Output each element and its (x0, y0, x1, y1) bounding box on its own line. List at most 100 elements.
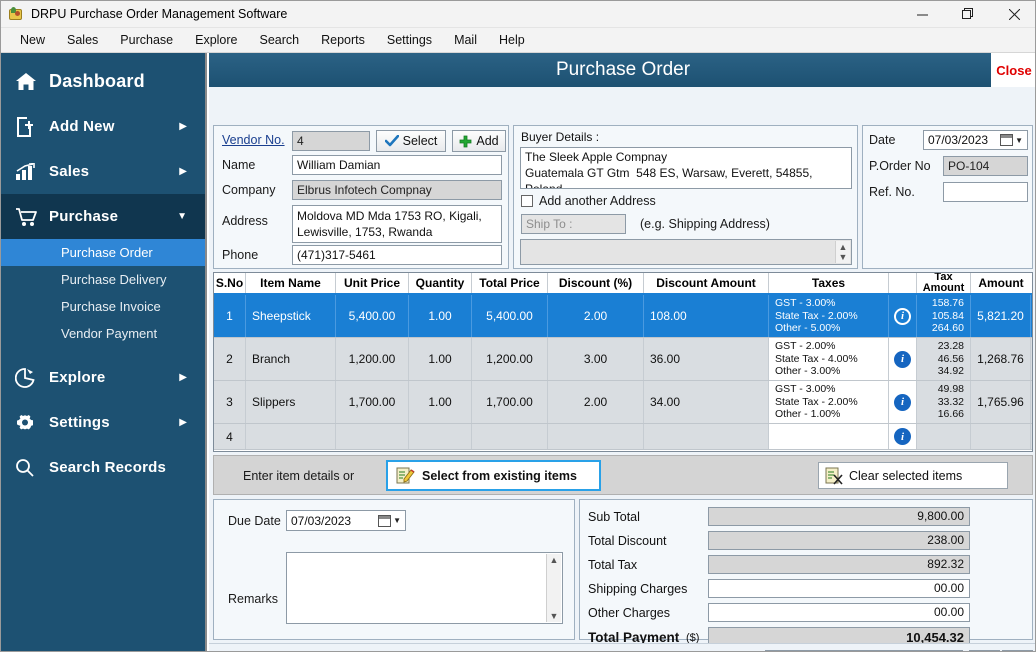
cell-discount-pct: 3.00 (548, 338, 644, 380)
calendar-icon[interactable] (1000, 134, 1014, 146)
other-charges-input[interactable]: 00.00 (708, 603, 970, 622)
cell-info[interactable]: i (889, 338, 917, 380)
cell-info[interactable]: i (889, 295, 917, 337)
info-icon[interactable]: i (894, 428, 911, 445)
table-row[interactable]: 2 Branch 1,200.00 1.00 1,200.00 3.00 36.… (214, 338, 1032, 381)
order-date-label: Date (869, 133, 896, 147)
vendor-no-input[interactable]: 4 (292, 131, 370, 151)
cell-info[interactable]: i (889, 424, 917, 449)
tax-line-gst: GST - 2.00% (775, 339, 836, 352)
menu-sales[interactable]: Sales (56, 30, 109, 50)
sidebar-item-sales[interactable]: Sales ▶ (1, 149, 205, 194)
vendor-address-input[interactable]: Moldova MD Mda 1753 RO, Kigali, Lewisvil… (292, 205, 502, 243)
vendor-phone-label: Phone (222, 248, 259, 262)
sidebar-subitem-vendor-payment[interactable]: Vendor Payment (1, 320, 205, 347)
remarks-scrollbar[interactable]: ▲ ▼ (546, 554, 561, 622)
sidebar-item-settings[interactable]: Settings ▶ (1, 400, 205, 445)
enter-item-details-label: Enter item details or (243, 469, 355, 483)
info-icon[interactable]: i (894, 307, 911, 325)
cell-discount-amt: 108.00 (644, 295, 769, 337)
sidebar-subitem-purchase-delivery[interactable]: Purchase Delivery (1, 266, 205, 293)
sidebar: Dashboard Add New ▶ Sales ▶ Purchase ▼ P… (1, 53, 207, 651)
col-header-amount: Amount (978, 275, 1024, 290)
vendor-company-input[interactable]: Elbrus Infotech Compnay (292, 180, 502, 200)
info-icon[interactable]: i (894, 350, 911, 368)
clear-note-icon (825, 467, 843, 485)
table-row[interactable]: 1 Sheepstick 5,400.00 1.00 5,400.00 2.00… (214, 295, 1032, 338)
menu-explore[interactable]: Explore (184, 30, 248, 50)
page-close-button[interactable]: Close (991, 53, 1035, 87)
sidebar-subitem-purchase-invoice[interactable]: Purchase Invoice (1, 293, 205, 320)
menu-settings[interactable]: Settings (376, 30, 443, 50)
cell-info[interactable]: i (889, 381, 917, 423)
sidebar-sublabel-purchase-invoice: Purchase Invoice (61, 299, 161, 314)
cell-quantity: 1.00 (409, 295, 472, 337)
vendor-name-input[interactable]: William Damian (292, 155, 502, 175)
vendor-name-label: Name (222, 158, 256, 172)
scroll-down-icon-ship[interactable]: ▼ (839, 252, 848, 262)
shipping-charges-input[interactable]: 00.00 (708, 579, 970, 598)
menu-search[interactable]: Search (249, 30, 311, 50)
buyer-details-textarea[interactable]: The Sleek Apple Compnay Guatemala GT Gtm… (520, 147, 852, 189)
vendor-phone-input[interactable]: (471)317-5461 (292, 245, 502, 265)
table-row[interactable]: 3 Slippers 1,700.00 1.00 1,700.00 2.00 3… (214, 381, 1032, 424)
content-area: Purchase Order Close Vendor No. 4 Select (209, 53, 1035, 651)
due-date-input[interactable]: 07/03/2023 ▼ (286, 510, 406, 531)
minimize-button[interactable] (899, 1, 945, 28)
sidebar-item-explore[interactable]: Explore ▶ (1, 355, 205, 400)
order-date-input[interactable]: 07/03/2023 ▼ (923, 130, 1028, 150)
ref-no-label: Ref. No. (869, 185, 915, 199)
close-window-button[interactable] (991, 1, 1035, 28)
select-from-existing-items-label: Select from existing items (422, 468, 577, 483)
cell-sno: 4 (214, 424, 246, 449)
sidebar-item-dashboard[interactable]: Dashboard (1, 59, 205, 104)
vendor-address-label: Address (222, 214, 268, 228)
menu-purchase[interactable]: Purchase (109, 30, 184, 50)
sidebar-item-purchase[interactable]: Purchase ▼ (1, 194, 205, 239)
ship-to-input[interactable]: Ship To : (521, 214, 626, 234)
maximize-icon (962, 8, 973, 19)
chevron-down-icon-date[interactable]: ▼ (1015, 136, 1023, 145)
porder-no-input[interactable]: PO-104 (943, 156, 1028, 176)
vendor-no-label[interactable]: Vendor No. (222, 133, 288, 147)
page-title: Purchase Order (555, 59, 691, 80)
ship-address-scrollbar[interactable]: ▲ ▼ (835, 241, 850, 263)
add-another-address-checkbox[interactable] (521, 195, 533, 207)
clear-selected-items-label: Clear selected items (849, 468, 963, 483)
remarks-textarea[interactable]: ▲ ▼ (286, 552, 563, 624)
cell-total-price: 1,700.00 (472, 381, 548, 423)
select-from-existing-items-button[interactable]: Select from existing items (386, 460, 601, 491)
calendar-icon-due[interactable] (378, 514, 392, 527)
menu-help[interactable]: Help (488, 30, 536, 50)
vendor-add-button[interactable]: Add (452, 130, 506, 152)
home-icon (15, 69, 49, 95)
scroll-up-icon-ship[interactable]: ▲ (839, 242, 848, 252)
chevron-down-icon-due-date[interactable]: ▼ (393, 516, 401, 525)
footer-bar: Save Close PurchaseOrderSystem.net Show … (209, 643, 1035, 651)
vendor-select-button[interactable]: Select (376, 130, 446, 152)
table-row[interactable]: 4 i (214, 424, 1032, 450)
ship-address-textarea[interactable]: ▲ ▼ (520, 239, 852, 265)
totals-row-other-charges: Other Charges 00.00 (580, 602, 1032, 623)
scroll-up-icon-remarks[interactable]: ▲ (550, 555, 559, 565)
total-tax-value: 892.32 (708, 555, 970, 574)
add-another-address-row[interactable]: Add another Address (521, 194, 656, 208)
info-icon[interactable]: i (894, 393, 911, 411)
scroll-down-icon-remarks[interactable]: ▼ (550, 611, 559, 621)
cell-item-name (246, 424, 336, 449)
menu-new[interactable]: New (9, 30, 56, 50)
cell-taxes: GST - 2.00% State Tax - 4.00% Other - 3.… (769, 338, 889, 380)
maximize-button[interactable] (945, 1, 991, 28)
ref-no-input[interactable] (943, 182, 1028, 202)
clear-selected-items-button[interactable]: Clear selected items (818, 462, 1008, 489)
sidebar-subitem-purchase-order[interactable]: Purchase Order (1, 239, 205, 266)
cell-amount (971, 424, 1031, 449)
menu-reports[interactable]: Reports (310, 30, 376, 50)
sidebar-item-search-records[interactable]: Search Records (1, 445, 205, 490)
sidebar-item-add-new[interactable]: Add New ▶ (1, 104, 205, 149)
menu-mail[interactable]: Mail (443, 30, 488, 50)
cell-sno: 1 (214, 295, 246, 337)
cell-quantity: 1.00 (409, 381, 472, 423)
cell-amount: 1,268.76 (971, 338, 1031, 380)
cell-total-price: 1,200.00 (472, 338, 548, 380)
